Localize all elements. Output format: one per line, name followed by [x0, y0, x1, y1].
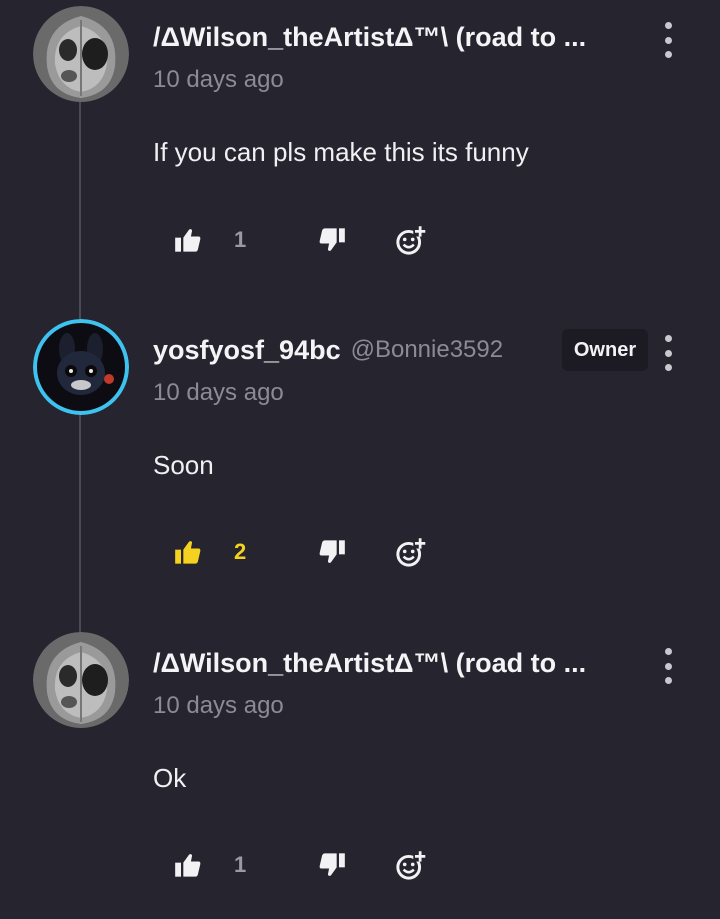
more-vertical-icon[interactable]: [660, 335, 676, 371]
username[interactable]: yosfyosf_94bc: [153, 335, 341, 366]
like-button[interactable]: [170, 220, 206, 260]
owner-badge: Owner: [562, 329, 648, 371]
dislike-button[interactable]: [314, 532, 350, 572]
timestamp: 10 days ago: [153, 692, 284, 719]
add-reaction-icon: [396, 226, 426, 255]
thumbs-down-icon: [319, 228, 345, 251]
animatronic-avatar-icon: [33, 319, 129, 415]
thumbs-up-icon: [175, 229, 201, 252]
comment-actions: 2: [0, 532, 720, 572]
more-vertical-icon[interactable]: [660, 648, 676, 684]
comment-text: Soon: [153, 450, 214, 480]
name-row: /ΔWilson_theArtistΔ™\ (road to ...: [153, 643, 640, 683]
like-count: 2: [234, 539, 247, 564]
thumbs-up-icon: [175, 854, 201, 877]
comment-text: If you can pls make this its funny: [153, 137, 529, 167]
gray-face-avatar-icon: [33, 632, 129, 728]
user-handle[interactable]: @Bonnie3592: [351, 336, 503, 364]
thumbs-up-icon: [175, 541, 201, 564]
like-button[interactable]: [170, 532, 206, 572]
comment-text: Ok: [153, 763, 187, 793]
more-vertical-icon[interactable]: [660, 22, 676, 58]
add-reaction-button[interactable]: [392, 220, 430, 260]
add-reaction-icon: [396, 851, 426, 880]
dislike-button[interactable]: [314, 845, 350, 885]
timestamp: 10 days ago: [153, 66, 284, 93]
comment-thread: /ΔWilson_theArtistΔ™\ (road to ... 10 da…: [0, 0, 720, 919]
timestamp: 10 days ago: [153, 379, 284, 406]
like-count: 1: [234, 227, 247, 252]
thumbs-down-icon: [319, 853, 345, 876]
username[interactable]: /ΔWilson_theArtistΔ™\ (road to ...: [153, 22, 586, 53]
username[interactable]: /ΔWilson_theArtistΔ™\ (road to ...: [153, 648, 586, 679]
add-reaction-button[interactable]: [392, 532, 430, 572]
like-count: 1: [234, 852, 247, 877]
comment-actions: 1: [0, 220, 720, 260]
add-reaction-icon: [396, 538, 426, 567]
comment-actions: 1: [0, 845, 720, 885]
dislike-button[interactable]: [314, 220, 350, 260]
name-row: /ΔWilson_theArtistΔ™\ (road to ...: [153, 17, 640, 57]
add-reaction-button[interactable]: [392, 845, 430, 885]
thumbs-down-icon: [319, 540, 345, 563]
gray-face-avatar-icon: [33, 6, 129, 102]
avatar[interactable]: [33, 6, 129, 102]
avatar[interactable]: [33, 319, 129, 415]
avatar[interactable]: [33, 632, 129, 728]
like-button[interactable]: [170, 845, 206, 885]
